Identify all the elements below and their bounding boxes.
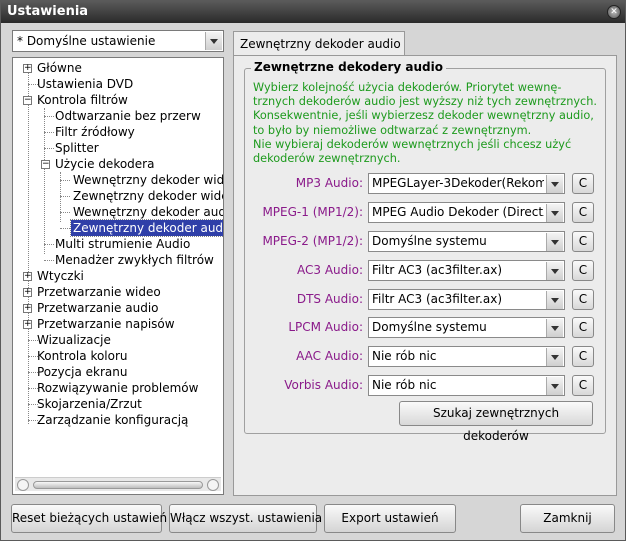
tree-item-plugins[interactable]: Wtyczki xyxy=(35,268,86,284)
mp3-label: MP3 Audio: xyxy=(295,176,363,190)
settings-panel: Zewnętrzne dekodery audio Wybierz kolejn… xyxy=(233,55,617,496)
mpeg2-label: MPEG-2 (MP1/2): xyxy=(262,234,363,248)
expand-icon[interactable]: + xyxy=(23,272,32,281)
dts-label: DTS Audio: xyxy=(296,292,363,306)
dts-decoder-select[interactable]: Filtr AC3 (ac3filter.ax) xyxy=(368,289,565,310)
tree-item-decoder-usage[interactable]: Użycie dekodera xyxy=(53,156,156,172)
tree-item-video-processing[interactable]: Przetwarzanie wideo xyxy=(35,284,163,300)
mpeg2-config-button[interactable]: C xyxy=(572,231,594,252)
vorbis-label: Vorbis Audio: xyxy=(284,378,363,392)
window-title: Ustawienia xyxy=(7,4,89,19)
mp3-config-button[interactable]: C xyxy=(572,173,594,194)
tree-item-troubleshooting[interactable]: Rozwiązywanie problemów xyxy=(35,380,200,396)
collapse-icon[interactable]: − xyxy=(41,160,50,169)
tree-item-gapless[interactable]: Odtwarzanie bez przerw xyxy=(53,108,203,124)
close-icon[interactable]: ✕ xyxy=(607,5,621,19)
scroll-thumb[interactable] xyxy=(33,481,203,489)
expand-icon[interactable]: + xyxy=(23,288,32,297)
expand-icon[interactable]: + xyxy=(23,64,32,73)
mpeg1-label: MPEG-1 (MP1/2): xyxy=(262,205,363,219)
chevron-down-icon[interactable] xyxy=(546,175,563,193)
vorbis-config-button[interactable]: C xyxy=(572,375,594,396)
mpeg1-config-button[interactable]: C xyxy=(572,202,594,223)
lpcm-decoder-select[interactable]: Domyślne systemu xyxy=(368,317,565,338)
external-decoders-group: Zewnętrzne dekodery audio Wybierz kolejn… xyxy=(244,60,606,443)
chevron-down-icon[interactable] xyxy=(546,291,563,309)
scroll-left-icon[interactable] xyxy=(17,479,29,491)
preset-value: * Domyślne ustawienie xyxy=(17,34,156,48)
settings-tree[interactable]: + Główne Ustawienia DVD − Kontrola filtr… xyxy=(12,57,224,495)
chevron-down-icon[interactable] xyxy=(205,32,222,50)
chevron-down-icon[interactable] xyxy=(546,262,563,280)
dts-config-button[interactable]: C xyxy=(572,289,594,310)
enable-all-settings-button[interactable]: Włącz wszyst. ustawienia xyxy=(169,504,322,533)
tree-item-filter-manager[interactable]: Menadżer zwykłych filtrów xyxy=(53,252,216,268)
mpeg1-decoder-select[interactable]: MPEG Audio Dekoder (DirectX) xyxy=(368,202,565,223)
tree-item-source-filter[interactable]: Filtr źródłowy xyxy=(53,124,137,140)
lpcm-config-button[interactable]: C xyxy=(572,317,594,338)
preset-select[interactable]: * Domyślne ustawienie xyxy=(12,30,224,52)
tree-horizontal-scrollbar[interactable] xyxy=(15,477,221,491)
tree-item-color-control[interactable]: Kontrola koloru xyxy=(35,348,130,364)
description-text: Wybierz kolejność użycia dekoderów. Prio… xyxy=(253,81,598,166)
ac3-label: AC3 Audio: xyxy=(297,263,363,277)
tree-item-int-audio[interactable]: Wewnętrzny dekoder audio xyxy=(71,204,223,220)
group-title: Zewnętrzne dekodery audio xyxy=(251,60,446,74)
aac-config-button[interactable]: C xyxy=(572,346,594,367)
reset-settings-button[interactable]: Reset bieżących ustawień xyxy=(11,504,167,533)
tab-external-audio-decoder[interactable]: Zewnętrzny dekoder audio xyxy=(233,31,405,56)
tree-item-audio-processing[interactable]: Przetwarzanie audio xyxy=(35,300,161,316)
ac3-config-button[interactable]: C xyxy=(572,260,594,281)
chevron-down-icon[interactable] xyxy=(546,204,563,222)
tree-item-int-video[interactable]: Wewnętrzny dekoder wideo xyxy=(71,172,223,188)
tree-item-associations[interactable]: Skojarzenia/Zrzut xyxy=(35,396,144,412)
tree-item-visualizations[interactable]: Wizualizacje xyxy=(35,332,113,348)
tree-item-splitter[interactable]: Splitter xyxy=(53,140,101,156)
chevron-down-icon[interactable] xyxy=(546,377,563,395)
tree-item-glowne[interactable]: Główne xyxy=(35,60,84,76)
chevron-down-icon[interactable] xyxy=(546,319,563,337)
title-bar[interactable]: Ustawienia ✕ xyxy=(1,1,625,23)
collapse-icon[interactable]: − xyxy=(23,96,32,105)
ac3-decoder-select[interactable]: Filtr AC3 (ac3filter.ax) xyxy=(368,260,565,281)
tree-item-filter-control[interactable]: Kontrola filtrów xyxy=(35,92,130,108)
tree-item-config-management[interactable]: Zarządzanie konfiguracją xyxy=(35,412,190,428)
expand-icon[interactable]: + xyxy=(23,320,32,329)
aac-label: AAC Audio: xyxy=(296,349,363,363)
tree-item-multi-audio[interactable]: Multi strumienie Audio xyxy=(53,236,192,252)
mpeg2-decoder-select[interactable]: Domyślne systemu xyxy=(368,231,565,252)
chevron-down-icon[interactable] xyxy=(546,348,563,366)
mp3-decoder-select[interactable]: MPEGLayer-3Dekoder(Rekomen xyxy=(368,173,565,194)
tree-item-ext-video[interactable]: Zewnętrzny dekoder wideo xyxy=(71,188,223,204)
chevron-down-icon[interactable] xyxy=(546,233,563,251)
expand-icon[interactable]: + xyxy=(23,304,32,313)
search-external-decoders-button[interactable]: Szukaj zewnętrznych dekoderów xyxy=(399,401,593,443)
vorbis-decoder-select[interactable]: Nie rób nic xyxy=(368,375,565,396)
close-button[interactable]: Zamknij xyxy=(520,504,615,533)
tree-item-subtitle-processing[interactable]: Przetwarzanie napisów xyxy=(35,316,177,332)
aac-decoder-select[interactable]: Nie rób nic xyxy=(368,346,565,367)
tree-item-screen-position[interactable]: Pozycja ekranu xyxy=(35,364,129,380)
settings-window: Ustawienia ✕ * Domyślne ustawienie + Głó… xyxy=(0,0,626,541)
export-settings-button[interactable]: Export ustawień xyxy=(324,504,456,533)
scroll-right-icon[interactable] xyxy=(207,479,219,491)
tree-item-ext-audio[interactable]: Zewnętrzny dekoder audio xyxy=(70,219,223,237)
lpcm-label: LPCM Audio: xyxy=(288,320,363,334)
tree-item-dvd[interactable]: Ustawienia DVD xyxy=(35,76,135,92)
